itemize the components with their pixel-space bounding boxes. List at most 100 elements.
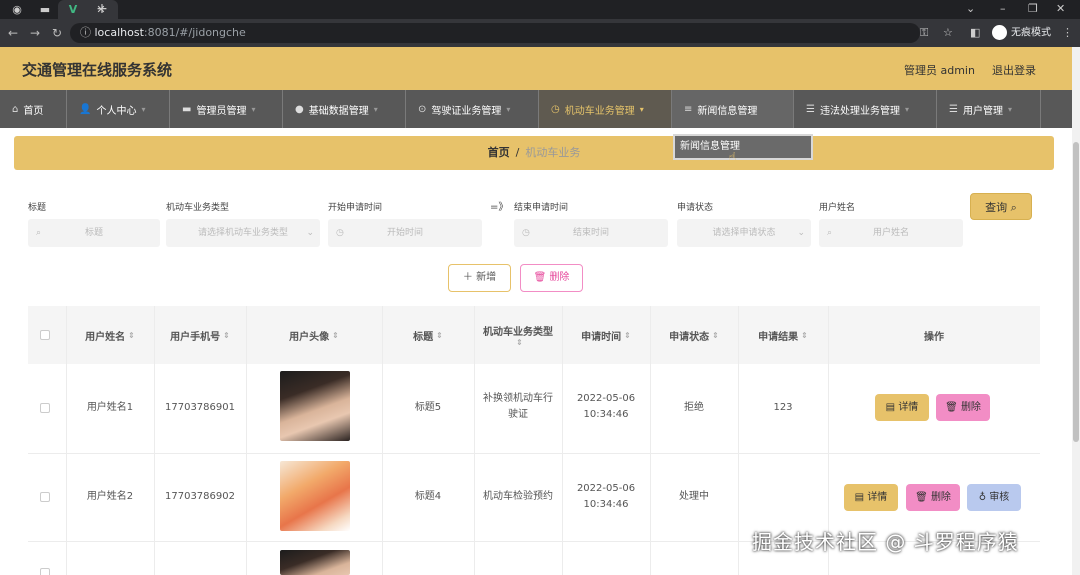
status-placeholder: 请选择申请状态 [712,228,776,238]
violation-icon: ☰ [806,103,815,115]
nav-item-news[interactable]: ≡ 新闻信息管理 [672,90,794,128]
nav-item-users[interactable]: ☰ 用户管理 ▾ [937,90,1041,128]
chrome-icon[interactable]: ◉ [10,3,24,16]
sidepanel-icon[interactable]: ◧ [970,26,980,39]
nav-item-basic-data[interactable]: ● 基础数据管理 ▾ [283,90,406,128]
chevron-down-icon: ⌄ [306,228,314,238]
nav-label: 基础数据管理 [308,105,369,117]
th-type[interactable]: 机动车业务类型 ⇕ [474,306,562,364]
title-placeholder: 标题 [84,228,103,238]
row-checkbox[interactable] [40,492,50,502]
incognito-badge[interactable]: 无痕模式 [992,25,1051,41]
add-button[interactable]: ＋ 新增 [448,264,511,292]
detail-label: 详情 [898,402,919,413]
th-name[interactable]: 用户姓名 ⇕ [66,306,154,364]
th-avatar[interactable]: 用户头像 ⇕ [246,306,382,364]
key-icon[interactable]: ⚿ [920,26,928,40]
address-bar: ← → ↻ ⓘ localhost:8081/#/jidongche ⚿ ☆ ◧… [0,19,1080,47]
chevron-down-icon: ▾ [506,104,511,114]
search-icon: ⌕ [1010,201,1017,214]
th-label: 申请时间 [581,331,622,343]
location-icon: ● [295,103,304,115]
th-label: 操作 [924,331,944,343]
back-icon[interactable]: ← [8,26,18,40]
cell-time: 2022-05-06 10:34:46 [576,393,636,420]
user-placeholder: 用户姓名 [872,228,909,238]
chevron-down-icon[interactable]: ⌄ [966,2,975,15]
nav-label: 管理员管理 [196,105,247,117]
row-checkbox[interactable] [40,403,50,413]
watermark: 掘金技术社区 @ 斗罗程序猿 [752,530,1019,554]
news-dropdown-item[interactable]: 新闻信息管理 [673,134,813,160]
sort-icon: ⇕ [516,338,523,347]
nav-item-vehicle[interactable]: ◷ 机动车业务管理 ▾ [539,90,672,128]
reload-icon[interactable]: ↻ [52,26,62,40]
th-time[interactable]: 申请时间 ⇕ [562,306,650,364]
type-select[interactable]: 请选择机动车业务类型 ⌄ [166,219,320,247]
select-all-checkbox[interactable] [40,330,50,340]
nav-item-license[interactable]: ⊙ 驾驶证业务管理 ▾ [406,90,539,128]
nav-label: 个人中心 [96,105,137,117]
tab-icon[interactable]: ▬ [38,3,52,16]
active-tab[interactable]: V ✕ [58,0,118,19]
home-icon: ⌂ [12,103,19,115]
review-button[interactable]: ♁ 审核 [967,484,1021,511]
chevron-down-icon: ▾ [639,104,644,114]
cell-status: 处理中 [679,491,709,502]
users-icon: ☰ [949,103,958,115]
sort-icon: ⇕ [436,330,443,340]
chevron-down-icon: ▾ [904,104,909,114]
detail-button[interactable]: ▤ 详情 [844,484,898,511]
breadcrumb-home[interactable]: 首页 [488,146,510,159]
cell-title: 标题4 [414,491,442,502]
scrollbar-thumb[interactable] [1073,142,1079,442]
url-field[interactable]: ⓘ localhost:8081/#/jidongche [70,23,920,43]
page-scrollbar[interactable] [1072,47,1080,575]
nav-item-home[interactable]: ⌂ 首页 [0,90,67,128]
query-button[interactable]: 查询 ⌕ [970,193,1032,220]
cell-type: 机动车检验预约 [483,491,553,502]
nav-item-violation[interactable]: ☰ 违法处理业务管理 ▾ [794,90,937,128]
main-nav: ⌂ 首页 👤 个人中心 ▾ ▬ 管理员管理 ▾ ● 基础数据管理 ▾ ⊙ 驾驶证业务管理 ▾ ◷ 机… [0,90,1080,128]
th-status[interactable]: 申请状态 ⇕ [650,306,738,364]
th-title[interactable]: 标题 ⇕ [382,306,474,364]
nav-item-admin[interactable]: ▬ 管理员管理 ▾ [170,90,283,128]
cell-phone: 17703786902 [165,491,235,502]
th-label: 用户姓名 [85,331,126,343]
filter-title-label: 标题 [28,203,47,213]
restore-icon[interactable]: ❐ [1028,2,1038,15]
breadcrumb-current: 机动车业务 [525,146,581,159]
detail-button[interactable]: ▤ 详情 [875,394,929,421]
logout-link[interactable]: 退出登录 [992,62,1036,78]
sort-icon: ⇕ [332,330,339,340]
end-placeholder: 结束时间 [572,228,609,238]
th-phone[interactable]: 用户手机号 ⇕ [154,306,246,364]
nav-label: 新闻信息管理 [697,105,758,117]
new-tab-icon[interactable]: + [95,2,109,16]
url-path: :8081/#/jidongche [143,26,246,39]
star-icon[interactable]: ☆ [943,26,953,39]
th-label: 用户头像 [289,331,330,343]
cell-title: 标题5 [414,402,442,413]
nav-item-profile[interactable]: 👤 个人中心 ▾ [67,90,170,128]
batch-delete-button[interactable]: 🗑 删除 [520,264,583,292]
end-date-input[interactable]: ◷ 结束时间 [514,219,668,247]
doc-icon: ▤ [885,402,899,413]
row-checkbox[interactable] [40,568,50,575]
avatar [280,461,350,531]
th-result[interactable]: 申请结果 ⇕ [738,306,828,364]
start-date-input[interactable]: ◷ 开始时间 [328,219,482,247]
forward-icon[interactable]: → [30,26,40,40]
delete-button[interactable]: 🗑 删除 [936,394,990,421]
page-title: 交通管理在线服务系统 [22,61,173,79]
more-icon[interactable]: ⋮ [1062,26,1073,39]
status-select[interactable]: 请选择申请状态 ⌄ [677,219,811,247]
delete-button[interactable]: 🗑 删除 [906,484,960,511]
user-input[interactable]: ⌕ 用户姓名 [819,219,963,247]
cell-type: 补换领机动车行驶证 [483,393,553,420]
minimize-icon[interactable]: – [1000,2,1006,15]
cell-name: 用户姓名2 [86,491,134,502]
title-input[interactable]: ⌕ 标题 [28,219,160,247]
window-close-icon[interactable]: ✕ [1056,2,1065,15]
chevron-down-icon: ▾ [251,104,256,114]
